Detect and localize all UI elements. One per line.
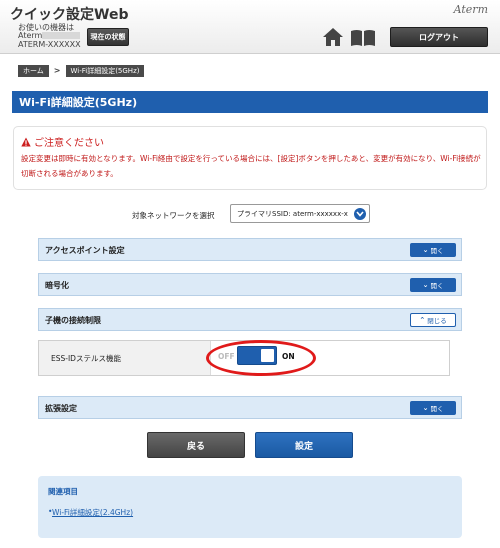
section-label: 暗号化 [45, 281, 69, 290]
page-title: Wi-Fi詳細設定(5GHz) [12, 91, 488, 113]
stealth-label-cell: ESS-IDステルス機能 [39, 341, 211, 375]
breadcrumb: ホーム > Wi-Fi詳細設定(5GHz) [18, 64, 145, 77]
stealth-label: ESS-IDステルス機能 [51, 354, 121, 363]
home-icon[interactable] [322, 27, 344, 47]
chevron-down-icon: ⌄ [422, 281, 429, 289]
breadcrumb-separator: > [53, 66, 61, 75]
network-select-label: 対象ネットワークを選択 [132, 211, 215, 220]
notice-body: 設定変更は即時に有効となります。Wi-Fi経由で設定を行っている場合には、[設定… [21, 154, 481, 178]
related-link-wifi-2-4ghz[interactable]: Wi-Fi詳細設定(2.4GHz) [52, 507, 133, 518]
related-items-title: 関連項目 [48, 487, 78, 496]
expand-button-label: 開く [430, 282, 444, 290]
masked-text [42, 32, 81, 39]
section-label: アクセスポイント設定 [45, 246, 125, 255]
highlight-circle [206, 340, 316, 376]
app-title: クイック設定Web [10, 7, 129, 23]
chevron-down-icon: ⌄ [422, 246, 429, 254]
device-name-text: Aterm [18, 31, 43, 40]
manual-book-icon[interactable] [350, 28, 376, 47]
chevron-up-icon: ⌃ [419, 316, 426, 324]
section-label: 子機の接続制限 [45, 316, 101, 325]
notice-heading-text: ご注意ください [34, 138, 104, 149]
chevron-down-icon [354, 208, 366, 220]
app-header: クイック設定Web お使いの機器は Aterm ATERM-XXXXXX 現在の… [0, 0, 500, 54]
section-extended[interactable]: 拡張設定 ⌄ 開く [38, 396, 462, 419]
expand-button-label: 開く [430, 247, 444, 255]
device-id: ATERM-XXXXXX [18, 40, 81, 49]
breadcrumb-current: Wi-Fi詳細設定(5GHz) [65, 64, 145, 77]
warning-icon [21, 137, 31, 146]
device-name: Aterm [18, 31, 81, 40]
expand-button[interactable]: ⌄ 開く [410, 243, 456, 257]
brand-logo: Aterm [453, 3, 488, 16]
collapse-button[interactable]: ⌃ 閉じる [410, 313, 456, 327]
collapse-button-label: 閉じる [427, 317, 447, 325]
notice-box: ご注意ください 設定変更は即時に有効となります。Wi-Fi経由で設定を行っている… [13, 126, 487, 190]
expand-button[interactable]: ⌄ 開く [410, 401, 456, 415]
network-select-value: プライマリSSID: aterm-xxxxxx-x [237, 209, 348, 218]
section-client-restriction[interactable]: 子機の接続制限 ⌃ 閉じる [38, 308, 462, 331]
expand-button[interactable]: ⌄ 開く [410, 278, 456, 292]
logout-button[interactable]: ログアウト [390, 27, 488, 47]
save-button[interactable]: 設定 [255, 432, 353, 458]
related-items-panel: 関連項目 • Wi-Fi詳細設定(2.4GHz) [38, 476, 462, 538]
section-access-point[interactable]: アクセスポイント設定 ⌄ 開く [38, 238, 462, 261]
section-label: 拡張設定 [45, 404, 77, 413]
notice-heading: ご注意ください [21, 134, 104, 149]
breadcrumb-home[interactable]: ホーム [18, 64, 49, 77]
current-status-button[interactable]: 現在の状態 [87, 28, 129, 46]
chevron-down-icon: ⌄ [422, 404, 429, 412]
network-select[interactable]: プライマリSSID: aterm-xxxxxx-x [230, 204, 370, 223]
back-button[interactable]: 戻る [147, 432, 245, 458]
section-encryption[interactable]: 暗号化 ⌄ 開く [38, 273, 462, 296]
expand-button-label: 開く [430, 405, 444, 413]
